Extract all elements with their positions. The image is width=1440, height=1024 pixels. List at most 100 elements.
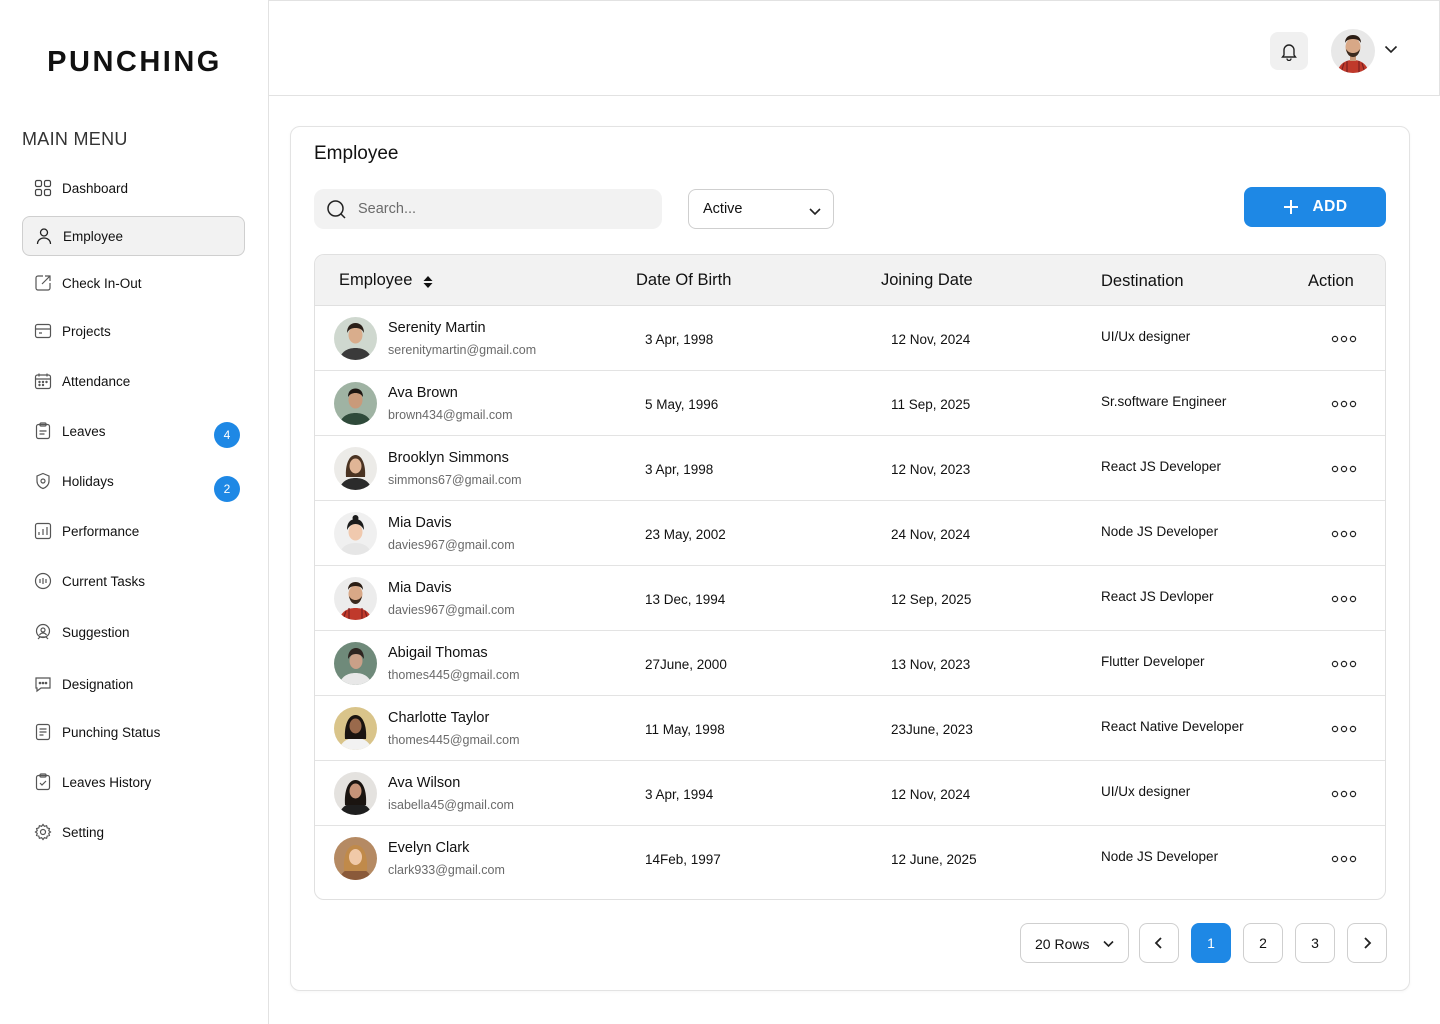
chevron-down-icon[interactable] — [1382, 40, 1400, 58]
clipboard-icon — [34, 422, 52, 440]
employee-email: serenitymartin@gmail.com — [388, 343, 537, 357]
page-button-3[interactable]: 3 — [1295, 923, 1335, 963]
sidebar-item-check-in-out[interactable]: Check In-Out — [22, 263, 245, 303]
sidebar-item-setting[interactable]: Setting — [22, 812, 245, 852]
employee-email: thomes445@gmail.com — [388, 733, 520, 747]
more-options-icon[interactable] — [1331, 724, 1357, 734]
employee-name: Mia Davis — [388, 515, 452, 531]
history-icon — [34, 773, 52, 791]
employee-name: Abigail Thomas — [388, 645, 488, 661]
employee-avatar — [334, 577, 377, 620]
employee-joining-date: 12 Nov, 2024 — [891, 332, 971, 347]
more-options-icon[interactable] — [1331, 659, 1357, 669]
employee-dob: 3 Apr, 1994 — [645, 787, 714, 802]
page-button-1[interactable]: 1 — [1191, 923, 1231, 963]
sidebar-item-label: Leaves — [62, 423, 106, 439]
employee-dob: 23 May, 2002 — [645, 527, 726, 542]
employee-avatar — [334, 317, 377, 360]
employee-email: clark933@gmail.com — [388, 863, 505, 877]
rows-per-page-select[interactable]: 20 Rows — [1020, 923, 1129, 963]
employee-avatar — [334, 447, 377, 490]
employee-destination: Sr.software Engineer — [1101, 394, 1227, 409]
sidebar-item-label: Suggestion — [62, 624, 130, 640]
employee-dob: 13 Dec, 1994 — [645, 592, 726, 607]
user-icon — [35, 227, 53, 245]
notification-button[interactable] — [1270, 32, 1308, 70]
sidebar-item-projects[interactable]: Projects — [22, 311, 245, 351]
employee-email: brown434@gmail.com — [388, 408, 513, 422]
sidebar-item-label: Attendance — [62, 373, 131, 389]
page-button-2[interactable]: 2 — [1243, 923, 1283, 963]
employee-joining-date: 12 June, 2025 — [891, 852, 977, 867]
employee-joining-date: 11 Sep, 2025 — [891, 397, 971, 412]
table-row[interactable]: Abigail Thomas thomes445@gmail.com 27Jun… — [315, 631, 1385, 696]
employee-destination: React Native Developer — [1101, 719, 1244, 734]
more-options-icon[interactable] — [1331, 464, 1357, 474]
app-logo: PUNCHING — [47, 46, 222, 78]
employee-destination: React JS Devloper — [1101, 589, 1214, 604]
sidebar-item-dashboard[interactable]: Dashboard — [22, 168, 245, 208]
employee-avatar — [334, 837, 377, 880]
employee-joining-date: 12 Nov, 2023 — [891, 462, 971, 477]
search-box[interactable] — [314, 189, 662, 229]
employee-joining-date: 12 Sep, 2025 — [891, 592, 972, 607]
sidebar-item-punching-status[interactable]: Punching Status — [22, 712, 245, 752]
sidebar-item-label: Designation — [62, 676, 134, 692]
employee-email: isabella45@gmail.com — [388, 798, 514, 812]
plus-icon — [1284, 200, 1299, 214]
sort-icon[interactable] — [422, 275, 434, 289]
holiday-icon — [34, 472, 52, 490]
page-title: Employee — [314, 143, 399, 164]
table-row[interactable]: Ava Brown brown434@gmail.com 5 May, 1996… — [315, 371, 1385, 436]
table-row[interactable]: Mia Davis davies967@gmail.com 23 May, 20… — [315, 501, 1385, 566]
sidebar: PUNCHING MAIN MENU Dashboard Employee Ch… — [0, 0, 269, 1024]
more-options-icon[interactable] — [1331, 594, 1357, 604]
employee-table: Employee Date Of Birth Joining Date Dest… — [314, 254, 1386, 900]
table-row[interactable]: Serenity Martin serenitymartin@gmail.com… — [315, 306, 1385, 371]
column-header-employee[interactable]: Employee — [339, 271, 412, 290]
status-filter-select[interactable]: Active — [688, 189, 834, 229]
add-employee-button[interactable]: ADD — [1244, 187, 1386, 227]
sidebar-item-label: Holidays — [62, 473, 114, 489]
sidebar-item-leaves-history[interactable]: Leaves History — [22, 762, 245, 802]
more-options-icon[interactable] — [1331, 854, 1357, 864]
sidebar-item-leaves[interactable]: Leaves 4 — [22, 411, 245, 451]
grid-icon — [34, 179, 52, 197]
search-input[interactable] — [358, 189, 648, 229]
employee-dob: 3 Apr, 1998 — [645, 332, 714, 347]
sidebar-item-designation[interactable]: Designation — [22, 664, 245, 704]
sidebar-item-holidays[interactable]: Holidays 2 — [22, 461, 245, 502]
sidebar-item-label: Leaves History — [62, 774, 152, 790]
sidebar-item-label: Dashboard — [62, 180, 129, 196]
gear-icon — [34, 823, 52, 841]
tasks-icon — [34, 572, 52, 590]
rows-per-page-value: 20 Rows — [1035, 936, 1090, 952]
sidebar-item-current-tasks[interactable]: Current Tasks — [22, 561, 245, 601]
sidebar-item-suggestion[interactable]: Suggestion — [22, 612, 245, 652]
employee-email: davies967@gmail.com — [388, 538, 515, 552]
more-options-icon[interactable] — [1331, 334, 1357, 344]
table-row[interactable]: Mia Davis davies967@gmail.com 13 Dec, 19… — [315, 566, 1385, 631]
more-options-icon[interactable] — [1331, 399, 1357, 409]
chevron-left-icon — [1154, 937, 1162, 949]
employee-name: Ava Brown — [388, 385, 458, 401]
column-header-action: Action — [1308, 272, 1354, 290]
more-options-icon[interactable] — [1331, 529, 1357, 539]
sidebar-item-performance[interactable]: Performance — [22, 511, 245, 551]
table-row[interactable]: Ava Wilson isabella45@gmail.com 3 Apr, 1… — [315, 761, 1385, 826]
employee-destination: UI/Ux designer — [1101, 329, 1191, 344]
table-row[interactable]: Brooklyn Simmons simmons67@gmail.com 3 A… — [315, 436, 1385, 501]
column-header-dob: Date Of Birth — [636, 271, 732, 289]
sidebar-item-attendance[interactable]: Attendance — [22, 361, 245, 401]
profile-avatar[interactable] — [1331, 29, 1375, 73]
projects-icon — [34, 322, 52, 340]
next-page-button[interactable] — [1347, 923, 1387, 963]
sidebar-item-employee[interactable]: Employee — [22, 216, 245, 256]
table-row[interactable]: Evelyn Clark clark933@gmail.com 14Feb, 1… — [315, 826, 1385, 891]
prev-page-button[interactable] — [1139, 923, 1179, 963]
sidebar-item-label: Setting — [62, 824, 105, 840]
table-row[interactable]: Charlotte Taylor thomes445@gmail.com 11 … — [315, 696, 1385, 761]
more-options-icon[interactable] — [1331, 789, 1357, 799]
chevron-down-icon — [1103, 940, 1114, 948]
employee-avatar — [334, 512, 377, 555]
